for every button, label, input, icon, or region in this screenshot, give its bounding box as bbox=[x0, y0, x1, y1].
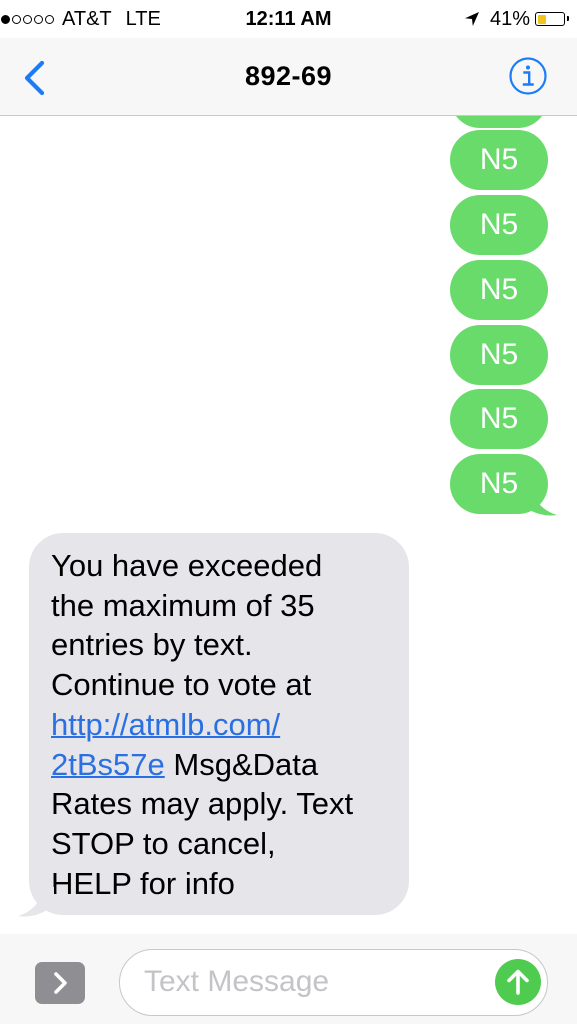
status-bar: AT&T LTE 12:11 AM 41% bbox=[0, 0, 577, 38]
message-line: You have exceeded bbox=[51, 548, 323, 583]
message-line: http://atmlb.com/ bbox=[51, 705, 389, 745]
arrow-up-icon bbox=[507, 969, 529, 995]
sent-bubble-tail bbox=[521, 486, 557, 516]
message-line: 2tBs57e Msg&Data bbox=[51, 745, 389, 785]
status-right: 41% bbox=[464, 7, 569, 31]
send-button[interactable] bbox=[495, 959, 541, 1005]
message-line: HELP for info bbox=[51, 865, 235, 901]
message-line: STOP to cancel, bbox=[51, 825, 276, 861]
apps-button[interactable] bbox=[35, 962, 85, 1004]
sent-message-bubble[interactable]: N5 bbox=[450, 260, 548, 320]
sent-message-bubble[interactable]: N5 bbox=[450, 325, 548, 385]
battery-percent: 41% bbox=[489, 7, 530, 30]
chevron-right-icon bbox=[54, 972, 67, 994]
received-message-bubble[interactable]: You have exceeded the maximum of 35 entr… bbox=[29, 533, 409, 915]
vote-link[interactable]: http://atmlb.com/ bbox=[51, 707, 280, 742]
message-line: entries by text. bbox=[51, 627, 253, 663]
conversation-title[interactable]: 892-69 bbox=[0, 38, 577, 114]
info-circle-icon[interactable] bbox=[508, 56, 548, 96]
sent-message-bubble[interactable]: N5 bbox=[450, 389, 548, 449]
vote-link[interactable]: 2tBs57e bbox=[51, 747, 165, 782]
battery-icon bbox=[535, 12, 569, 26]
text-message-placeholder: Text Message bbox=[144, 965, 330, 998]
text-message-input[interactable]: Text Message bbox=[119, 949, 548, 1016]
received-bubble-tail bbox=[18, 887, 54, 917]
message-input-bar: Text Message bbox=[0, 934, 577, 1024]
location-arrow-icon bbox=[464, 12, 479, 26]
conversation-thread[interactable]: N5 N5 N5 N5 N5 N5 You have exceeded the … bbox=[0, 116, 577, 934]
battery-nub bbox=[566, 16, 569, 21]
message-line: Rates may apply. Text bbox=[51, 786, 354, 822]
message-text: Msg&Data bbox=[164, 746, 319, 782]
battery-fill bbox=[537, 14, 546, 24]
sent-message-bubble[interactable]: N5 bbox=[450, 130, 548, 190]
message-line: Continue to vote at bbox=[51, 667, 312, 703]
nav-bar: 892-69 bbox=[0, 38, 577, 116]
message-line: the maximum of 35 bbox=[51, 587, 315, 623]
sent-message-bubble[interactable]: N5 bbox=[450, 195, 548, 255]
sent-message-bubble[interactable] bbox=[450, 116, 548, 128]
